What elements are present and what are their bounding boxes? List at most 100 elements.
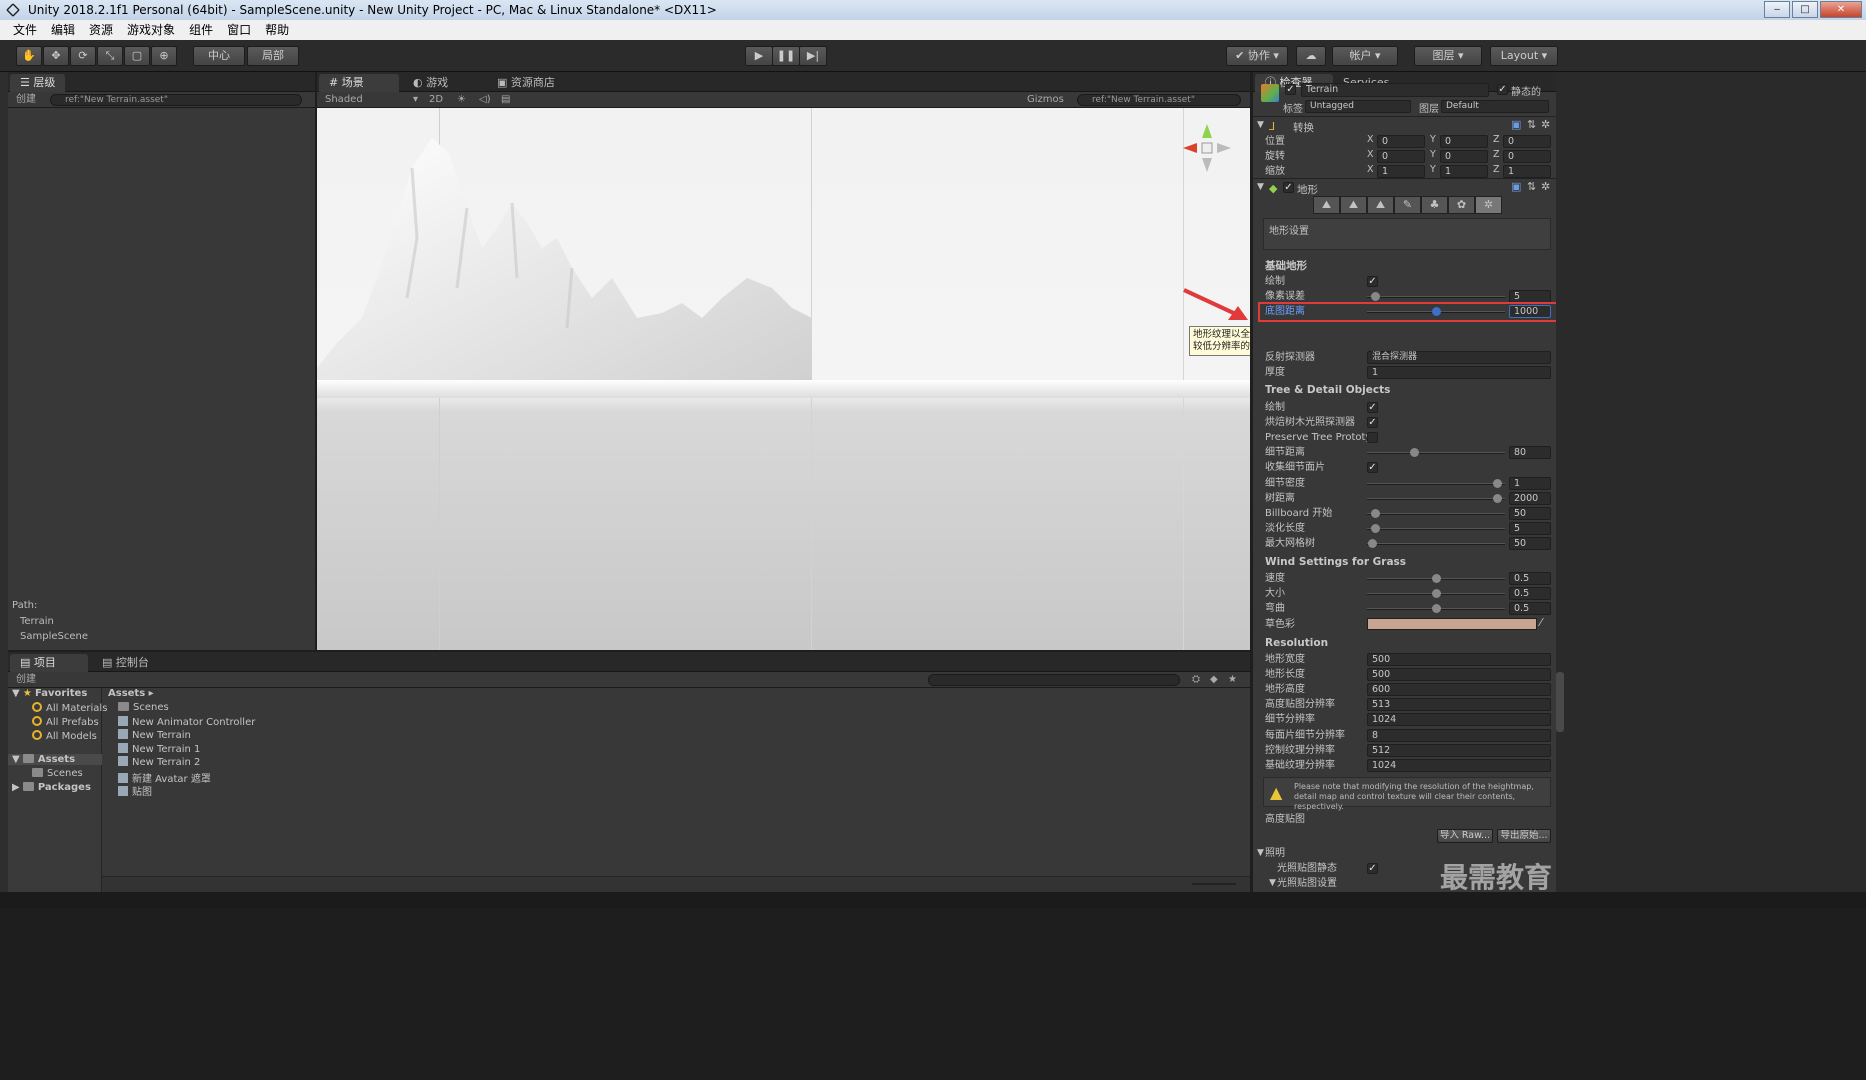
play-button[interactable]: ▶	[745, 46, 773, 66]
setting-value-field[interactable]: 80	[1509, 446, 1551, 460]
tab-hierarchy[interactable]: ☰ 层级	[10, 74, 66, 92]
slider-knob[interactable]	[1371, 523, 1380, 533]
setting-slider[interactable]	[1367, 574, 1505, 583]
setting-value-field[interactable]: 0.5	[1509, 587, 1551, 600]
scene-viewport[interactable]: 地形纹理以全分辨率显示的最大距离。超过此距离将使用较低分辨率的合成图像来提高效率…	[317, 108, 1250, 650]
menu-assets[interactable]: 资源	[82, 20, 120, 40]
resolution-value-field[interactable]: 8	[1367, 728, 1551, 742]
resolution-value-field[interactable]: 600	[1367, 683, 1551, 697]
menu-window[interactable]: 窗口	[220, 20, 258, 40]
setting-slider[interactable]	[1367, 292, 1505, 301]
rotate-tool-icon[interactable]: ⟳	[70, 46, 96, 66]
setting-value-field[interactable]: 2000	[1509, 491, 1551, 505]
object-name-field[interactable]: Terrain	[1301, 83, 1489, 97]
paint-texture-icon[interactable]: ✎	[1394, 196, 1421, 214]
favorite-item[interactable]: All Prefabs	[32, 716, 99, 728]
inspector-scrollbar[interactable]	[1556, 672, 1564, 732]
project-file-item[interactable]: New Terrain 1	[118, 742, 200, 755]
assets-sub-node[interactable]: Scenes	[32, 768, 83, 779]
pivot-local-button[interactable]: 局部	[247, 46, 299, 66]
tab-scene[interactable]: # 场景	[319, 74, 399, 92]
minimize-button[interactable]: ‒	[1764, 1, 1790, 18]
transform-y-field[interactable]: 0	[1440, 150, 1488, 163]
transform-z-field[interactable]: 1	[1503, 165, 1551, 178]
resolution-value-field[interactable]: 513	[1367, 698, 1551, 712]
close-button[interactable]: ✕	[1820, 1, 1862, 18]
place-trees-icon[interactable]: ♣	[1421, 196, 1448, 214]
paint-details-icon[interactable]: ✿	[1448, 196, 1475, 214]
account-dropdown[interactable]: 帐户 ▾	[1332, 46, 1398, 66]
favorite-star-icon[interactable]: ★	[1228, 672, 1237, 688]
setting-slider[interactable]	[1367, 448, 1505, 458]
setting-slider[interactable]	[1367, 493, 1505, 503]
preset-icon[interactable]: ⇅	[1527, 118, 1536, 131]
2d-toggle[interactable]: 2D	[429, 92, 443, 108]
scene-orientation-gizmo[interactable]	[1177, 116, 1237, 176]
maximize-button[interactable]: □	[1792, 1, 1818, 18]
tag-dropdown[interactable]: Untagged	[1305, 100, 1411, 113]
path-item[interactable]: SampleScene	[20, 631, 88, 642]
terrain-settings-icon[interactable]: ✲	[1475, 196, 1502, 214]
thickness-field[interactable]: 1	[1367, 366, 1551, 379]
collapse-terrain-icon[interactable]: ▼	[1257, 182, 1264, 192]
pivot-center-button[interactable]: 中心	[193, 46, 245, 66]
project-search-input[interactable]	[928, 674, 1180, 686]
lighting-toggle-icon[interactable]: ☀	[457, 92, 466, 108]
transform-y-field[interactable]: 0	[1440, 135, 1488, 148]
tab-game[interactable]: ◐ 游戏	[403, 74, 458, 92]
transform-x-field[interactable]: 1	[1377, 165, 1425, 178]
slider-knob[interactable]	[1432, 589, 1441, 598]
collapse-lighting-icon[interactable]: ▼	[1257, 848, 1264, 858]
effects-toggle-icon[interactable]: ▤	[501, 92, 510, 108]
project-create-button[interactable]: 创建	[16, 672, 36, 688]
cloud-icon[interactable]: ☁	[1296, 46, 1326, 66]
setting-value-field[interactable]: 0.5	[1509, 602, 1551, 615]
step-button[interactable]: ▶|	[799, 46, 827, 66]
project-file-item[interactable]: New Terrain 2	[118, 756, 200, 768]
move-tool-icon[interactable]: ✥	[43, 46, 69, 66]
audio-toggle-icon[interactable]: ◁)	[479, 92, 491, 108]
hierarchy-search-input[interactable]: ref:"New Terrain.asset"	[50, 94, 302, 106]
setting-slider[interactable]	[1367, 604, 1505, 613]
collapse-lightmap-settings-icon[interactable]: ▼	[1269, 878, 1276, 888]
paint-height-icon[interactable]: ⛰	[1340, 196, 1367, 214]
resolution-value-field[interactable]: 1024	[1367, 713, 1551, 727]
layout-dropdown[interactable]: Layout ▾	[1490, 46, 1558, 66]
setting-slider[interactable]	[1367, 478, 1505, 488]
setting-value-field[interactable]: 5	[1509, 521, 1551, 535]
export-raw-button[interactable]: 导出原始...	[1497, 829, 1551, 843]
slider-knob[interactable]	[1493, 493, 1502, 503]
lightmap-static-checkbox[interactable]: ✓	[1367, 863, 1378, 874]
menu-help[interactable]: 帮助	[258, 20, 296, 40]
setting-value-field[interactable]: 50	[1509, 506, 1551, 520]
tab-asset-store[interactable]: ▣ 资源商店	[487, 74, 565, 92]
resolution-value-field[interactable]: 500	[1367, 668, 1551, 682]
gizmos-dropdown[interactable]: Gizmos	[1027, 92, 1064, 108]
tab-console[interactable]: ▤ 控制台	[92, 654, 159, 672]
slider-knob[interactable]	[1432, 574, 1441, 583]
slider-knob[interactable]	[1410, 448, 1419, 458]
active-checkbox[interactable]: ✓	[1285, 84, 1296, 95]
slider-knob[interactable]	[1493, 478, 1502, 488]
gear-icon[interactable]: ✲	[1541, 180, 1550, 193]
help-icon[interactable]: ▣	[1511, 118, 1521, 131]
menu-file[interactable]: 文件	[6, 20, 44, 40]
filter-type-icon[interactable]: ⛭	[1192, 672, 1200, 688]
resolution-value-field[interactable]: 512	[1367, 743, 1551, 757]
hierarchy-create-button[interactable]: 创建	[16, 92, 36, 108]
transform-tool-icon[interactable]: ⊕	[151, 46, 177, 66]
pause-button[interactable]: ❚❚	[772, 46, 800, 66]
slider-knob[interactable]	[1371, 508, 1380, 518]
zoom-slider[interactable]	[1192, 883, 1236, 885]
rect-tool-icon[interactable]: ▢	[124, 46, 150, 66]
smooth-height-icon[interactable]: ⛰	[1367, 196, 1394, 214]
reflection-probes-dropdown[interactable]: 混合探测器	[1367, 351, 1551, 364]
setting-value-field[interactable]: 1	[1509, 476, 1551, 490]
help-icon[interactable]: ▣	[1511, 180, 1521, 193]
slider-knob[interactable]	[1432, 604, 1441, 613]
setting-checkbox[interactable]: ✓	[1367, 462, 1378, 474]
setting-slider[interactable]	[1367, 508, 1505, 518]
favorite-item[interactable]: All Models	[32, 730, 97, 742]
preset-icon[interactable]: ⇅	[1527, 180, 1536, 193]
favorites-node[interactable]: ▼ ★ Favorites	[12, 688, 87, 699]
